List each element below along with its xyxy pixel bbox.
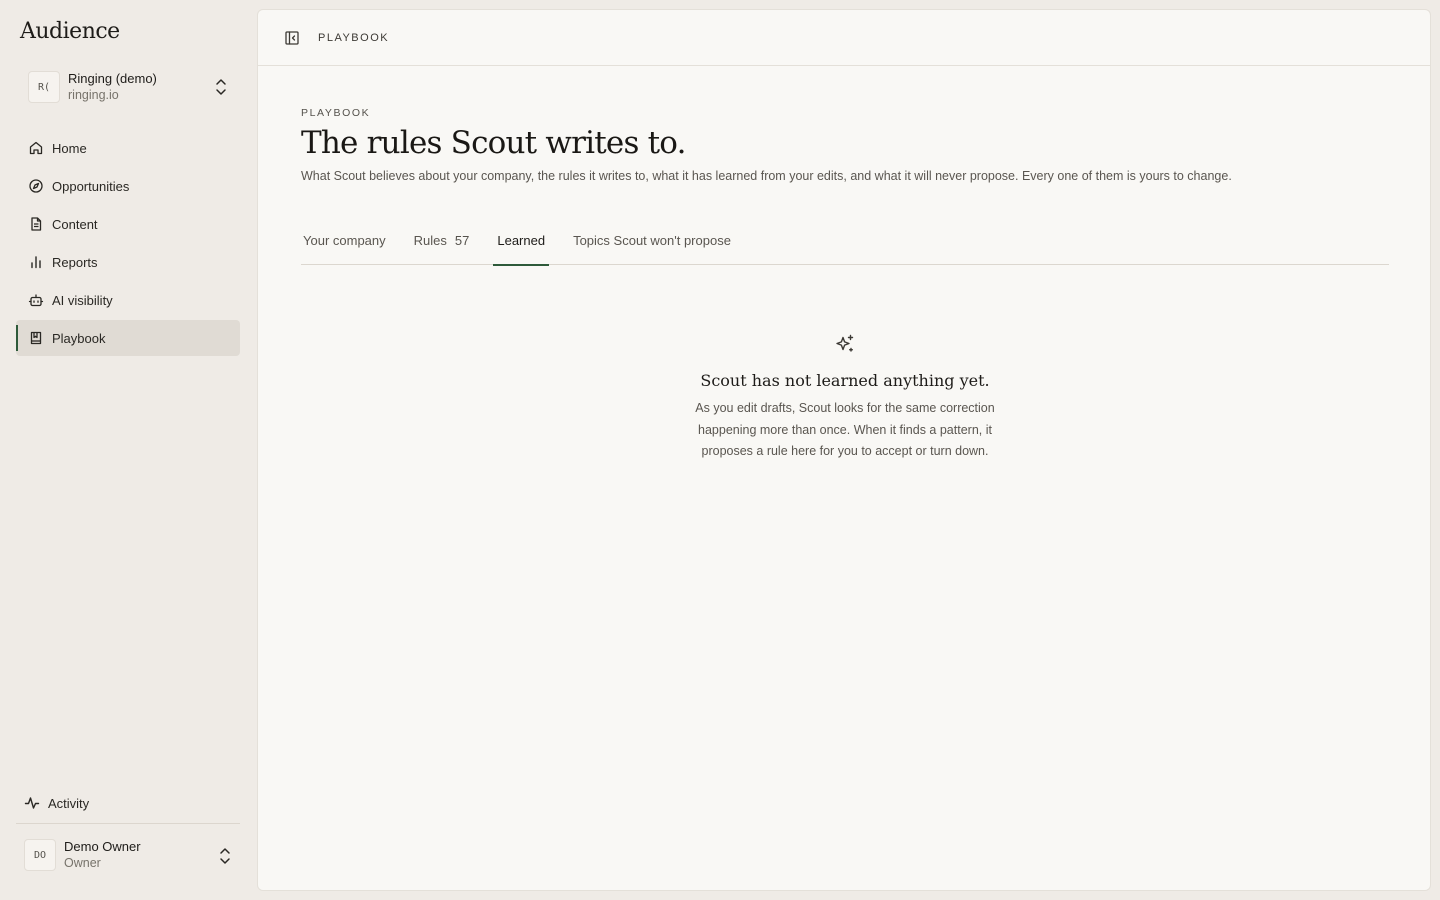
home-icon: [28, 140, 44, 156]
avatar: DO: [24, 839, 56, 871]
tab-bar: Your company Rules 57 Learned Topics Sco…: [301, 233, 1389, 266]
sidebar-item-label: AI visibility: [52, 292, 113, 308]
workspace-domain: ringing.io: [68, 88, 119, 102]
page-subtitle: What Scout believes about your company, …: [301, 169, 1232, 183]
divider: [16, 823, 240, 824]
sidebar-nav: Home Opportunities Content Reports AI vi…: [16, 130, 240, 358]
tab-count-badge: 57: [454, 233, 470, 248]
page-title: The rules Scout writes to.: [301, 125, 686, 161]
sidebar-item-reports[interactable]: Reports: [16, 244, 240, 280]
main-panel: PLAYBOOK PLAYBOOK The rules Scout writes…: [257, 9, 1431, 891]
breadcrumb: PLAYBOOK: [318, 31, 390, 44]
sidebar-item-label: Opportunities: [52, 178, 130, 194]
sidebar-item-label: Reports: [52, 254, 98, 270]
bar-chart-icon: [28, 254, 44, 270]
sidebar-item-home[interactable]: Home: [16, 130, 240, 166]
sidebar: Audience R( Ringing (demo) ringing.io Ho…: [0, 0, 256, 900]
activity-icon: [24, 795, 40, 811]
workspace-avatar: R(: [28, 71, 60, 103]
sidebar-item-opportunities[interactable]: Opportunities: [16, 168, 240, 204]
page-content: PLAYBOOK The rules Scout writes to. What…: [301, 107, 1389, 458]
sidebar-item-content[interactable]: Content: [16, 206, 240, 242]
document-icon: [28, 216, 44, 232]
topbar: PLAYBOOK: [258, 10, 1430, 66]
tab-label: Learned: [497, 233, 546, 248]
sidebar-item-label: Activity: [48, 795, 90, 811]
sidebar-item-activity[interactable]: Activity: [24, 793, 89, 813]
tab-your-company[interactable]: Your company: [301, 233, 388, 265]
robot-icon: [28, 292, 44, 308]
sidebar-item-label: Home: [52, 140, 87, 156]
tab-label: Your company: [303, 233, 386, 248]
empty-state-title: Scout has not learned anything yet.: [700, 371, 990, 390]
user-name: Demo Owner: [64, 839, 141, 854]
page-eyebrow: PLAYBOOK: [301, 107, 371, 119]
tab-label: Topics Scout won't propose: [573, 233, 731, 248]
sidebar-item-label: Playbook: [52, 330, 106, 346]
user-role: Owner: [64, 856, 101, 870]
tab-label: Rules: [413, 233, 447, 248]
user-menu[interactable]: DO Demo Owner Owner: [16, 834, 240, 876]
tab-topics-excluded[interactable]: Topics Scout won't propose: [571, 233, 733, 265]
compass-icon: [28, 178, 44, 194]
sidebar-toggle-icon[interactable]: [284, 30, 300, 46]
brand-logo: Audience: [20, 19, 120, 44]
sparkles-icon: [834, 333, 856, 355]
sidebar-item-ai-visibility[interactable]: AI visibility: [16, 282, 240, 318]
book-icon: [28, 330, 44, 346]
workspace-name: Ringing (demo): [68, 71, 157, 86]
sidebar-item-playbook[interactable]: Playbook: [16, 320, 240, 356]
chevron-up-down-icon: [218, 847, 232, 865]
tab-rules[interactable]: Rules 57: [412, 233, 472, 265]
empty-state: Scout has not learned anything yet. As y…: [301, 333, 1389, 463]
empty-state-text: As you edit drafts, Scout looks for the …: [695, 401, 995, 458]
workspace-switcher[interactable]: R( Ringing (demo) ringing.io: [16, 64, 240, 110]
sidebar-item-label: Content: [52, 216, 98, 232]
chevron-up-down-icon: [214, 78, 228, 96]
tab-learned[interactable]: Learned: [493, 233, 549, 266]
